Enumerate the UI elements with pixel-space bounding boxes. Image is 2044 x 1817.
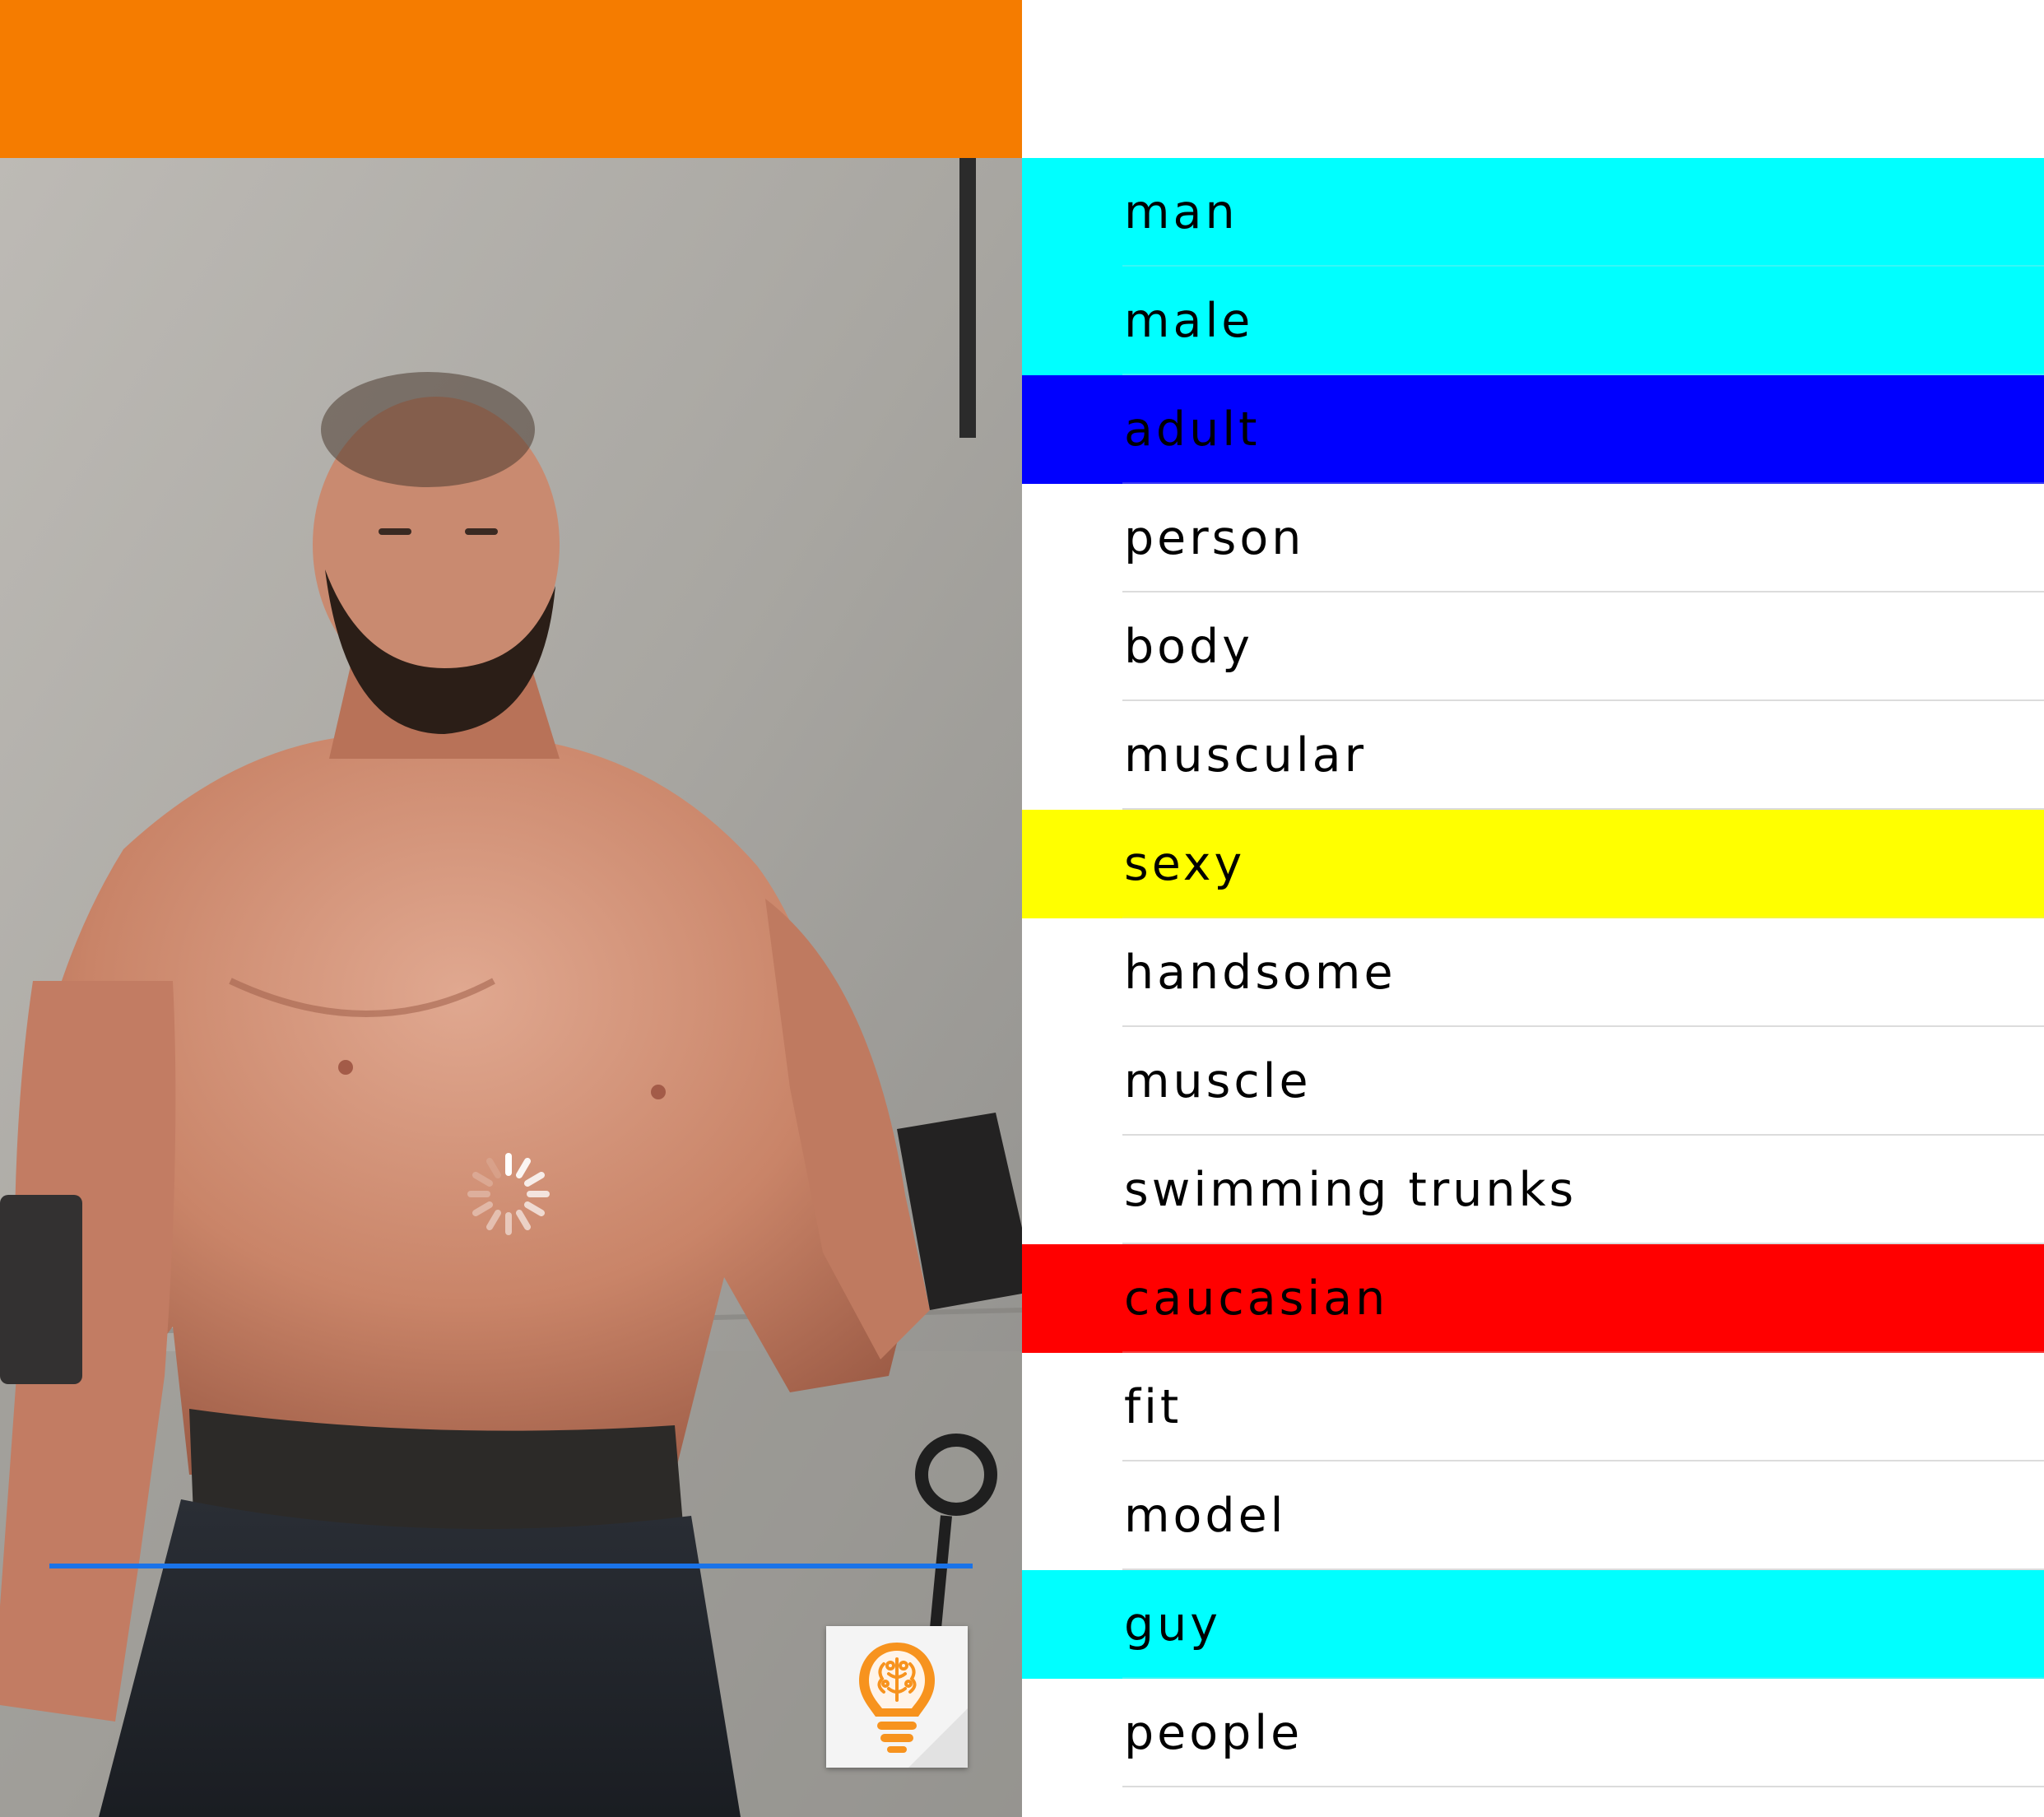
progress-line — [49, 1564, 973, 1568]
tag-label: male — [1124, 294, 1254, 348]
tag-label: people — [1124, 1706, 1303, 1760]
tag-item[interactable]: muscular — [1022, 701, 2044, 810]
tag-label: muscular — [1124, 728, 1368, 783]
tag-label: guy — [1124, 1597, 1222, 1652]
tag-label: swimming trunks — [1124, 1163, 1577, 1217]
lightbulb-brain-icon — [859, 1643, 968, 1768]
tag-label: model — [1124, 1489, 1287, 1543]
tag-item[interactable]: man — [1022, 158, 2044, 267]
tag-label: handsome — [1124, 946, 1396, 1000]
tag-item[interactable]: sexy — [1022, 810, 2044, 918]
tag-label: body — [1124, 620, 1253, 674]
tag-label: fit — [1124, 1380, 1182, 1434]
tag-item[interactable]: people — [1022, 1679, 2044, 1787]
tag-item[interactable]: model — [1022, 1462, 2044, 1570]
loading-spinner-icon — [467, 1153, 550, 1235]
tag-item[interactable]: guy — [1022, 1570, 2044, 1679]
tag-item[interactable]: adult — [1022, 375, 2044, 484]
tag-label: caucasian — [1124, 1271, 1389, 1326]
tag-item[interactable]: fit — [1022, 1353, 2044, 1462]
tag-label: adult — [1124, 402, 1261, 457]
tag-label: sexy — [1124, 837, 1246, 891]
tag-item[interactable]: muscle — [1022, 1027, 2044, 1136]
tag-label: person — [1124, 511, 1305, 565]
top-accent-bar — [0, 0, 1022, 158]
analyze-button[interactable] — [826, 1626, 968, 1768]
tag-item[interactable]: male — [1022, 267, 2044, 375]
tag-item[interactable]: person — [1022, 484, 2044, 592]
tagging-screen: man male adult person body muscular sexy handso… — [0, 0, 2044, 1817]
tag-label: man — [1124, 185, 1238, 239]
tag-label: muscle — [1124, 1054, 1312, 1108]
tag-item[interactable]: body — [1022, 592, 2044, 701]
tag-item[interactable]: handsome — [1022, 918, 2044, 1027]
tag-list: man male adult person body muscular sexy handso… — [1022, 158, 2044, 1787]
tag-panel: man male adult person body muscular sexy handso… — [1022, 0, 2044, 1817]
image-pane — [0, 0, 1022, 1817]
tag-divider — [1122, 1786, 2044, 1787]
tag-panel-header — [1022, 0, 2044, 158]
tag-item[interactable]: caucasian — [1022, 1244, 2044, 1353]
tag-item[interactable]: swimming trunks — [1022, 1136, 2044, 1244]
